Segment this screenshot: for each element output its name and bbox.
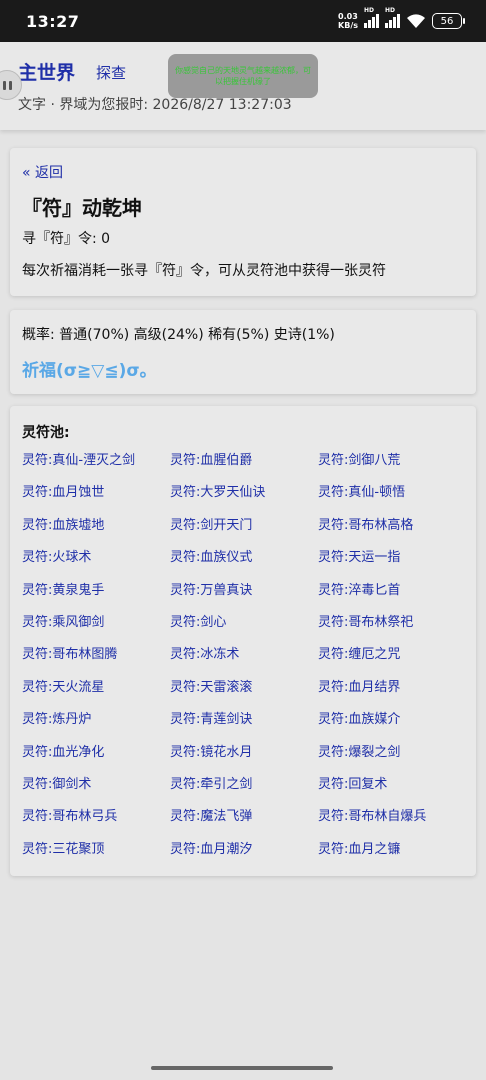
pool-item-link[interactable]: 灵符:牵引之剑 (170, 776, 318, 808)
status-icons: 0.03 KB/s HD HD 56 (338, 7, 465, 30)
pause-icon (2, 80, 6, 90)
pool-item-link[interactable]: 灵符:血族仪式 (170, 549, 318, 581)
signal-icon-2: HD (385, 7, 400, 28)
status-time: 13:27 (26, 11, 80, 31)
pool-item-link[interactable]: 灵符:血族媒介 (318, 711, 466, 743)
battery-level: 56 (440, 15, 454, 27)
pray-button[interactable]: 祈福(σ≧▽≦)σ。 (22, 356, 157, 381)
pool-item-link[interactable]: 灵符:乘风御剑 (22, 614, 170, 646)
pool-item-link[interactable]: 灵符:真仙-顿悟 (318, 484, 466, 516)
nav-explore[interactable]: 探查 (96, 62, 126, 83)
pool-item-link[interactable]: 灵符:魔法飞弹 (170, 808, 318, 840)
network-speed-value: 0.03 (338, 12, 358, 21)
talisman-info-card: « 返回 『符』动乾坤 寻『符』令: 0 每次祈福消耗一张寻『符』令，可从灵符池… (10, 148, 476, 296)
hd-label: HD (364, 7, 375, 14)
pool-item-link[interactable]: 灵符:镜花水月 (170, 744, 318, 776)
pool-item-link[interactable]: 灵符:淬毒匕首 (318, 582, 466, 614)
home-indicator[interactable] (151, 1066, 333, 1070)
network-speed: 0.03 KB/s (338, 12, 358, 30)
pool-item-link[interactable]: 灵符:冰冻术 (170, 646, 318, 678)
pool-item-link[interactable]: 灵符:剑御八荒 (318, 452, 466, 484)
pool-item-link[interactable]: 灵符:哥布林高格 (318, 517, 466, 549)
pool-item-link[interactable]: 灵符:黄泉鬼手 (22, 582, 170, 614)
nav-main-world[interactable]: 主世界 (18, 58, 75, 85)
pool-item-link[interactable]: 灵符:爆裂之剑 (318, 744, 466, 776)
pool-item-link[interactable]: 灵符:御剑术 (22, 776, 170, 808)
network-speed-unit: KB/s (338, 21, 358, 30)
pool-title: 灵符池: (22, 425, 70, 441)
drop-rates: 概率: 普通(70%) 高级(24%) 稀有(5%) 史诗(1%) (22, 327, 335, 343)
hd-label-2: HD (385, 7, 396, 14)
talisman-pool-card: 灵符池: 灵符:真仙-湮灭之剑 灵符:血腥伯爵 灵符:剑御八荒灵符:血月蚀世 灵符:大… (10, 406, 476, 876)
description: 每次祈福消耗一张寻『符』令，可从灵符池中获得一张灵符 (22, 263, 386, 279)
pool-item-link[interactable]: 灵符:血族墟地 (22, 517, 170, 549)
pool-item-link[interactable]: 灵符:哥布林祭祀 (318, 614, 466, 646)
pool-item-link[interactable]: 灵符:天火流星 (22, 679, 170, 711)
pool-item-link[interactable]: 灵符:血光净化 (22, 744, 170, 776)
time-report: 文字 · 界域为您报时: 2026/8/27 13:27:03 (18, 97, 292, 113)
pool-item-link[interactable]: 灵符:万兽真诀 (170, 582, 318, 614)
pool-item-link[interactable]: 灵符:血月之镰 (318, 841, 466, 873)
pool-item-link[interactable]: 灵符:血腥伯爵 (170, 452, 318, 484)
gacha-card: 概率: 普通(70%) 高级(24%) 稀有(5%) 史诗(1%) 祈福(σ≧▽… (10, 310, 476, 394)
pool-item-link[interactable]: 灵符:青莲剑诀 (170, 711, 318, 743)
pool-item-link[interactable]: 灵符:三花聚顶 (22, 841, 170, 873)
pool-item-link[interactable]: 灵符:天雷滚滚 (170, 679, 318, 711)
top-header: 主世界 探查 你感觉自己的天地灵气越来越浓郁，可以把握住机缘了 文字 · 界域为… (0, 42, 486, 130)
battery-icon: 56 (432, 13, 465, 29)
pool-item-link[interactable]: 灵符:剑心 (170, 614, 318, 646)
pool-item-link[interactable]: 灵符:血月潮汐 (170, 841, 318, 873)
pool-item-link[interactable]: 灵符:剑开天门 (170, 517, 318, 549)
pool-item-link[interactable]: 灵符:缠厄之咒 (318, 646, 466, 678)
status-bar: 13:27 0.03 KB/s HD HD 56 (0, 0, 486, 42)
signal-icon: HD (364, 7, 379, 28)
back-link[interactable]: « 返回 (22, 162, 63, 182)
pool-item-link[interactable]: 灵符:真仙-湮灭之剑 (22, 452, 170, 484)
pool-item-link[interactable]: 灵符:血月蚀世 (22, 484, 170, 516)
pool-item-link[interactable]: 灵符:回复术 (318, 776, 466, 808)
pool-item-link[interactable]: 灵符:哥布林图腾 (22, 646, 170, 678)
pool-item-link[interactable]: 灵符:火球术 (22, 549, 170, 581)
toast-message: 你感觉自己的天地灵气越来越浓郁，可以把握住机缘了 (168, 54, 318, 98)
pool-item-link[interactable]: 灵符:哥布林自爆兵 (318, 808, 466, 840)
pool-item-link[interactable]: 灵符:大罗天仙诀 (170, 484, 318, 516)
pool-item-link[interactable]: 灵符:哥布林弓兵 (22, 808, 170, 840)
pool-grid: 灵符:真仙-湮灭之剑 灵符:血腥伯爵 灵符:剑御八荒 灵符:血月蚀世 灵符:大罗天仙诀灵… (22, 452, 472, 873)
page-title: 『符』动乾坤 (22, 196, 142, 220)
wifi-icon (407, 14, 425, 28)
pool-item-link[interactable]: 灵符:炼丹炉 (22, 711, 170, 743)
pool-item-link[interactable]: 灵符:血月结界 (318, 679, 466, 711)
token-count: 寻『符』令: 0 (22, 231, 111, 247)
pool-item-link[interactable]: 灵符:天运一指 (318, 549, 466, 581)
